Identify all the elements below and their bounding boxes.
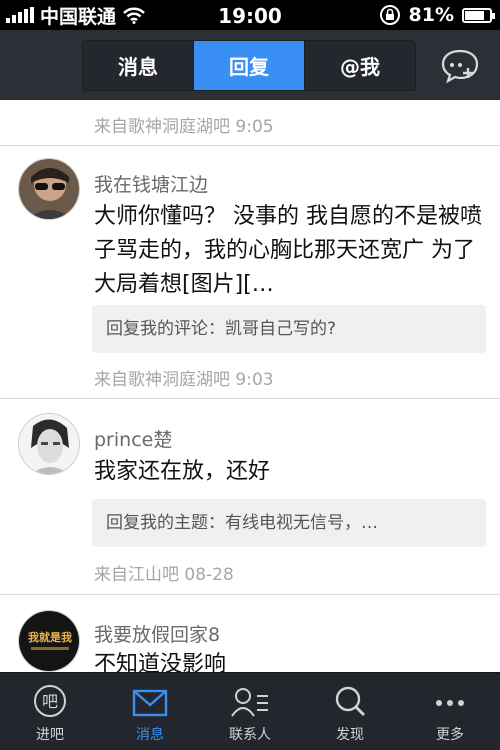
avatar-photo-icon [19, 414, 79, 474]
item-source-meta: 来自歌神洞庭湖吧 9:03 [94, 370, 274, 390]
tab-ba[interactable]: 吧 进吧 [0, 673, 100, 750]
tab-bar: 吧 进吧 消息 联系人 发现 更多 [0, 672, 500, 750]
svg-text:我就是我: 我就是我 [28, 630, 72, 644]
battery-fill [465, 10, 485, 20]
tab-label: 消息 [136, 727, 164, 743]
mail-icon [132, 689, 168, 717]
more-icon [436, 700, 464, 706]
reply-content[interactable]: 我家还在放，还好 [94, 455, 486, 489]
new-chat-icon[interactable] [440, 48, 480, 84]
reply-username[interactable]: 我要放假回家8 [94, 620, 220, 647]
tab-label: 发现 [336, 727, 364, 743]
ba-icon: 吧 [34, 685, 66, 717]
search-icon [335, 686, 366, 717]
reply-username[interactable]: 我在钱塘江边 [94, 170, 208, 197]
svg-text:吧: 吧 [42, 692, 58, 711]
contacts-icon [231, 688, 268, 717]
divider [0, 145, 500, 146]
battery-icon [462, 7, 495, 23]
reply-username[interactable]: prince楚 [94, 425, 172, 452]
reply-content[interactable]: 大师你懂吗？ 没事的 我自愿的不是被喷子骂走的，我的心胸比那天还宽广 为了大局着… [94, 200, 486, 302]
status-bar: 中国联通 19:00 81% [0, 0, 500, 30]
nav-bar: 消息 回复 @我 [0, 30, 500, 100]
avatar-photo-icon [19, 159, 79, 219]
divider [0, 398, 500, 399]
tab-contacts[interactable]: 联系人 [200, 673, 300, 750]
avatar-logo-icon: 我就是我 [19, 611, 79, 671]
segment-messages[interactable]: 消息 [83, 41, 194, 90]
tab-discover[interactable]: 发现 [300, 673, 400, 750]
segmented-control: 消息 回复 @我 [82, 40, 416, 91]
tab-label: 更多 [436, 727, 464, 743]
tab-label: 进吧 [36, 727, 64, 743]
avatar[interactable] [18, 158, 80, 220]
item-source-meta: 来自歌神洞庭湖吧 9:05 [94, 117, 274, 137]
avatar[interactable]: 我就是我 [18, 610, 80, 672]
status-right: 81% [379, 0, 495, 30]
battery-percent: 81% [408, 4, 454, 26]
item-source-meta: 来自江山吧 08-28 [94, 565, 234, 585]
reply-content[interactable]: 不知道没影响 [94, 648, 486, 672]
reply-feed: 来自歌神洞庭湖吧 9:05 我在钱塘江边 大师你懂吗？ 没事的 我自愿的不是被喷… [0, 100, 500, 672]
divider [0, 594, 500, 595]
rotation-lock-icon [379, 5, 400, 25]
reply-quote[interactable]: 回复我的评论：凯哥自己写的? [92, 305, 486, 353]
tab-label: 联系人 [229, 727, 271, 743]
segment-mentions[interactable]: @我 [305, 41, 415, 90]
avatar[interactable] [18, 413, 80, 475]
tab-more[interactable]: 更多 [400, 673, 500, 750]
reply-quote[interactable]: 回复我的主题：有线电视无信号，… [92, 499, 486, 547]
tab-messages[interactable]: 消息 [100, 673, 200, 750]
segment-replies[interactable]: 回复 [194, 41, 305, 90]
